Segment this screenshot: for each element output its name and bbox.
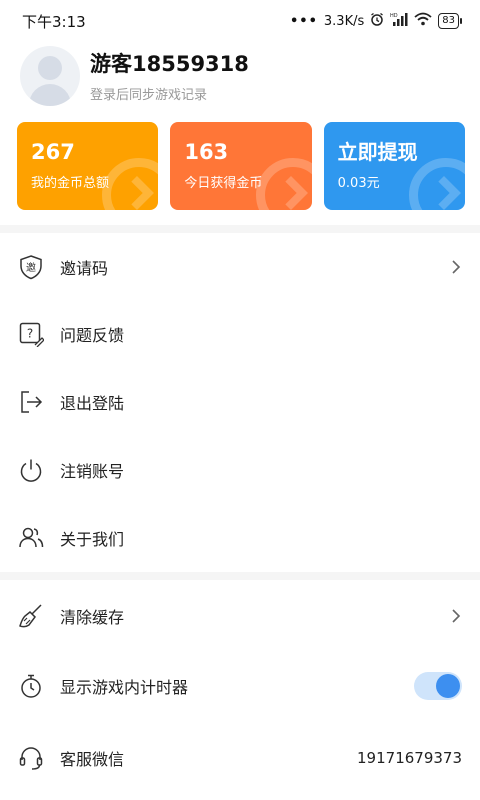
menu-item-feedback[interactable]: ? 问题反馈 <box>0 300 480 368</box>
menu-label-feedback: 问题反馈 <box>60 326 125 345</box>
battery-icon: 83 <box>438 13 462 29</box>
network-speed: 3.3K/s <box>323 13 365 29</box>
menu-label-clear-cache: 清除缓存 <box>60 608 125 627</box>
menu-item-clear-cache[interactable]: 清除缓存 <box>0 582 480 650</box>
dots-icon: ••• <box>289 13 318 29</box>
broom-icon <box>18 603 44 629</box>
arrow-circle-icon <box>408 158 465 210</box>
feedback-icon: ? <box>18 321 44 347</box>
signal-icon: HD <box>390 12 408 30</box>
users-icon <box>18 525 44 551</box>
menu-label-about-us: 关于我们 <box>60 530 125 549</box>
menu-item-invite-code[interactable]: 邀 邀请码 <box>0 233 480 301</box>
total-coins-card[interactable]: 267 我的金币总额 <box>17 122 159 210</box>
service-wechat-id: 19171679373 <box>357 749 462 767</box>
login-hint: 登录后同步游戏记录 <box>90 87 208 103</box>
shield-icon: 邀 <box>18 254 44 280</box>
menu-item-show-timer[interactable]: 显示游戏内计时器 <box>0 652 480 720</box>
headset-icon <box>18 745 44 771</box>
svg-text:邀: 邀 <box>26 261 36 274</box>
arrow-circle-icon <box>255 158 312 210</box>
section-divider <box>0 572 480 580</box>
avatar[interactable] <box>20 46 80 106</box>
wifi-icon <box>414 12 432 30</box>
menu-item-logout[interactable]: 退出登陆 <box>0 368 480 436</box>
alarm-icon <box>370 12 384 30</box>
logout-icon <box>18 389 44 415</box>
menu-label-show-timer: 显示游戏内计时器 <box>60 678 189 697</box>
menu-item-service-wechat[interactable]: 客服微信 19171679373 <box>0 724 480 792</box>
timer-toggle[interactable] <box>414 672 462 700</box>
username: 游客18559318 <box>90 51 249 76</box>
status-time: 下午3:13 <box>22 12 86 31</box>
withdraw-card[interactable]: 立即提现 0.03元 <box>323 122 465 210</box>
menu-label-cancel-account: 注销账号 <box>60 462 125 481</box>
chevron-right-icon <box>450 608 462 624</box>
svg-text:HD: HD <box>390 13 398 19</box>
status-bar: 下午3:13 ••• 3.3K/s HD 83 <box>0 0 480 42</box>
menu-item-cancel-account[interactable]: 注销账号 <box>0 436 480 504</box>
menu-label-logout: 退出登陆 <box>60 394 125 413</box>
status-icons: ••• 3.3K/s HD 83 <box>290 12 462 30</box>
arrow-circle-icon <box>102 158 159 210</box>
menu-label-invite-code: 邀请码 <box>60 259 109 278</box>
menu-label-service-wechat: 客服微信 <box>60 750 125 769</box>
battery-level: 83 <box>438 13 459 29</box>
stopwatch-icon <box>18 673 44 699</box>
coin-cards: 267 我的金币总额 163 今日获得金币 立即提现 0.03元 <box>17 122 465 210</box>
section-divider <box>0 225 480 233</box>
profile-header[interactable]: 游客18559318 登录后同步游戏记录 <box>20 46 249 106</box>
today-coins-card[interactable]: 163 今日获得金币 <box>170 122 312 210</box>
chevron-right-icon <box>450 259 462 275</box>
power-icon <box>18 457 44 483</box>
svg-text:?: ? <box>27 327 33 341</box>
menu-item-about-us[interactable]: 关于我们 <box>0 504 480 572</box>
